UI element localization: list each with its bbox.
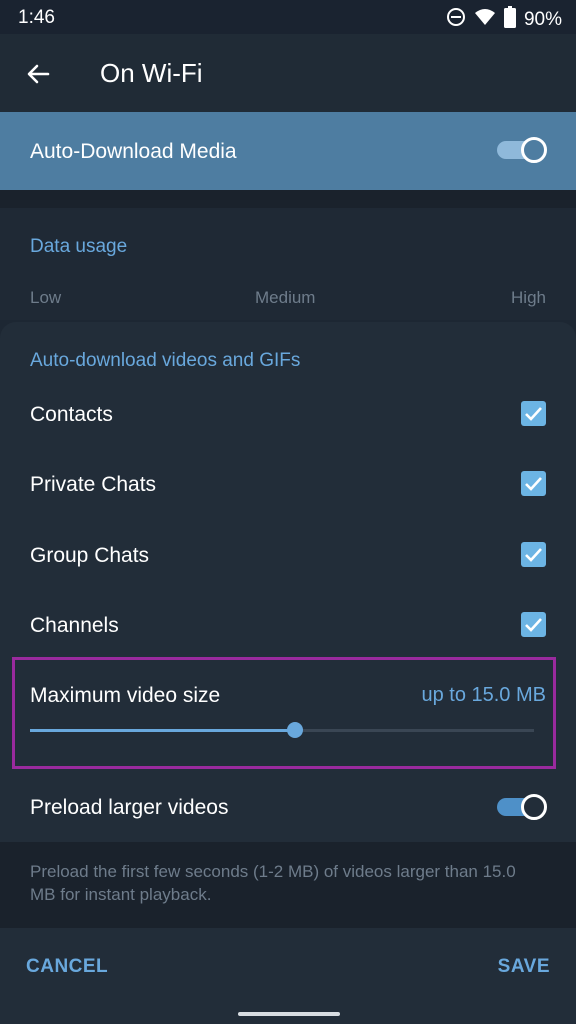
private-chats-checkbox[interactable]: [521, 471, 546, 496]
status-icons: 90%: [446, 6, 562, 34]
preload-larger-videos-toggle[interactable]: [497, 794, 547, 820]
data-usage-title: Data usage: [30, 236, 128, 257]
cancel-button[interactable]: CANCEL: [26, 956, 108, 978]
save-button[interactable]: SAVE: [498, 956, 550, 978]
check-icon: [525, 477, 542, 491]
slider-fill: [30, 729, 295, 732]
dnd-icon: [446, 7, 466, 33]
section-divider: [0, 190, 576, 208]
preload-description: Preload the first few seconds (1-2 MB) o…: [30, 862, 516, 904]
toggle-knob: [521, 137, 547, 163]
usage-scale-low[interactable]: Low: [30, 288, 61, 308]
annotation-highlight-box: [12, 657, 556, 769]
max-video-size-slider[interactable]: [30, 722, 534, 738]
slider-thumb[interactable]: [287, 722, 303, 738]
max-video-size-label: Maximum video size: [30, 684, 221, 707]
status-time: 1:46: [18, 7, 55, 28]
status-bar: 1:46 90%: [0, 0, 576, 34]
private-chats-label[interactable]: Private Chats: [30, 473, 156, 497]
videos-section-title: Auto-download videos and GIFs: [30, 350, 301, 371]
channels-checkbox[interactable]: [521, 612, 546, 637]
toggle-knob: [521, 794, 547, 820]
max-video-size-value: up to 15.0 MB: [421, 684, 546, 706]
auto-download-media-row[interactable]: Auto-Download Media: [0, 112, 576, 190]
preload-larger-videos-label[interactable]: Preload larger videos: [30, 796, 228, 820]
battery-icon: [503, 6, 516, 34]
home-indicator: [238, 1012, 340, 1016]
usage-scale-high[interactable]: High: [511, 288, 546, 308]
auto-download-media-toggle[interactable]: [497, 137, 547, 163]
usage-scale-medium[interactable]: Medium: [255, 288, 315, 308]
battery-percent: 90%: [523, 9, 562, 30]
page-title: On Wi-Fi: [100, 58, 203, 88]
wifi-icon: [474, 7, 496, 33]
check-icon: [525, 618, 542, 632]
auto-download-media-label: Auto-Download Media: [30, 140, 237, 163]
contacts-checkbox[interactable]: [521, 401, 546, 426]
preload-description-area: Preload the first few seconds (1-2 MB) o…: [0, 842, 576, 928]
check-icon: [525, 548, 542, 562]
check-icon: [525, 407, 542, 421]
data-usage-section: Data usage Low Medium High: [0, 208, 576, 320]
contacts-label[interactable]: Contacts: [30, 403, 113, 427]
channels-label[interactable]: Channels: [30, 614, 119, 638]
group-chats-label[interactable]: Group Chats: [30, 544, 149, 568]
group-chats-checkbox[interactable]: [521, 542, 546, 567]
action-bar: CANCEL SAVE: [0, 928, 576, 1024]
arrow-left-icon[interactable]: [22, 58, 54, 90]
app-bar: On Wi-Fi: [0, 34, 576, 112]
